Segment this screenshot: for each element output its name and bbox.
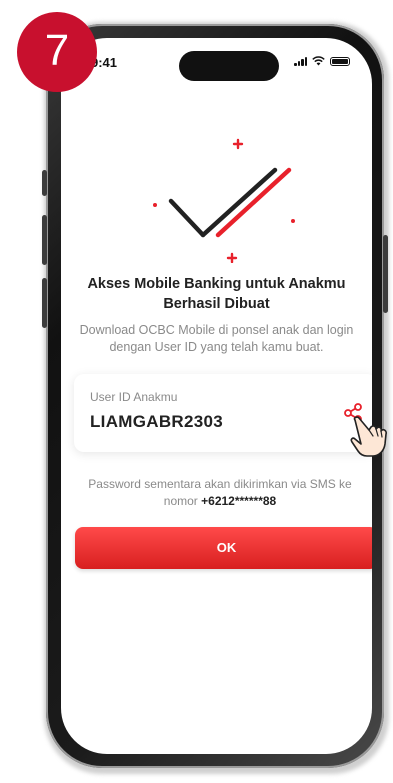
subtitle-line-2: dengan User ID yang telah kamu buat. — [109, 340, 324, 354]
password-hint: Password sementara akan dikirimkan via S… — [81, 476, 359, 510]
phone-screen: 9:41 Akses Mobile Banking untuk Anakmu B… — [61, 38, 372, 754]
masked-phone-number: +6212******88 — [201, 494, 277, 508]
password-hint-line-1: Password sementara akan dikirimkan via S… — [88, 477, 352, 491]
page-title: Akses Mobile Banking untuk Anakmu Berhas… — [81, 274, 352, 314]
password-hint-line-2: nomor +6212******88 — [81, 493, 359, 510]
battery-icon — [330, 56, 350, 66]
title-line-1: Akses Mobile Banking untuk Anakmu — [87, 276, 346, 292]
pointing-hand-icon — [350, 416, 387, 457]
dynamic-island — [179, 51, 279, 81]
password-hint-prefix: nomor — [163, 494, 202, 508]
user-id-value: LIAMGABR2303 — [90, 412, 224, 431]
phone-volume-down-button — [42, 278, 47, 328]
phone-volume-up-button — [42, 215, 47, 265]
ok-button[interactable]: OK — [75, 527, 372, 569]
wifi-icon — [312, 56, 325, 66]
phone-side-button — [42, 170, 47, 196]
phone-power-button — [383, 235, 388, 313]
success-checkmark-icon — [153, 138, 295, 263]
signal-icon — [294, 56, 307, 66]
title-line-2: Berhasil Dibuat — [163, 296, 270, 312]
status-icons — [294, 56, 350, 66]
user-id-card: User ID Anakmu LIAMGABR2303 — [74, 374, 372, 452]
page-subtitle: Download OCBC Mobile di ponsel anak dan … — [79, 322, 354, 356]
user-id-label: User ID Anakmu — [90, 390, 178, 404]
subtitle-line-1: Download OCBC Mobile di ponsel anak dan … — [79, 323, 354, 337]
step-number-badge: 7 — [17, 12, 97, 92]
